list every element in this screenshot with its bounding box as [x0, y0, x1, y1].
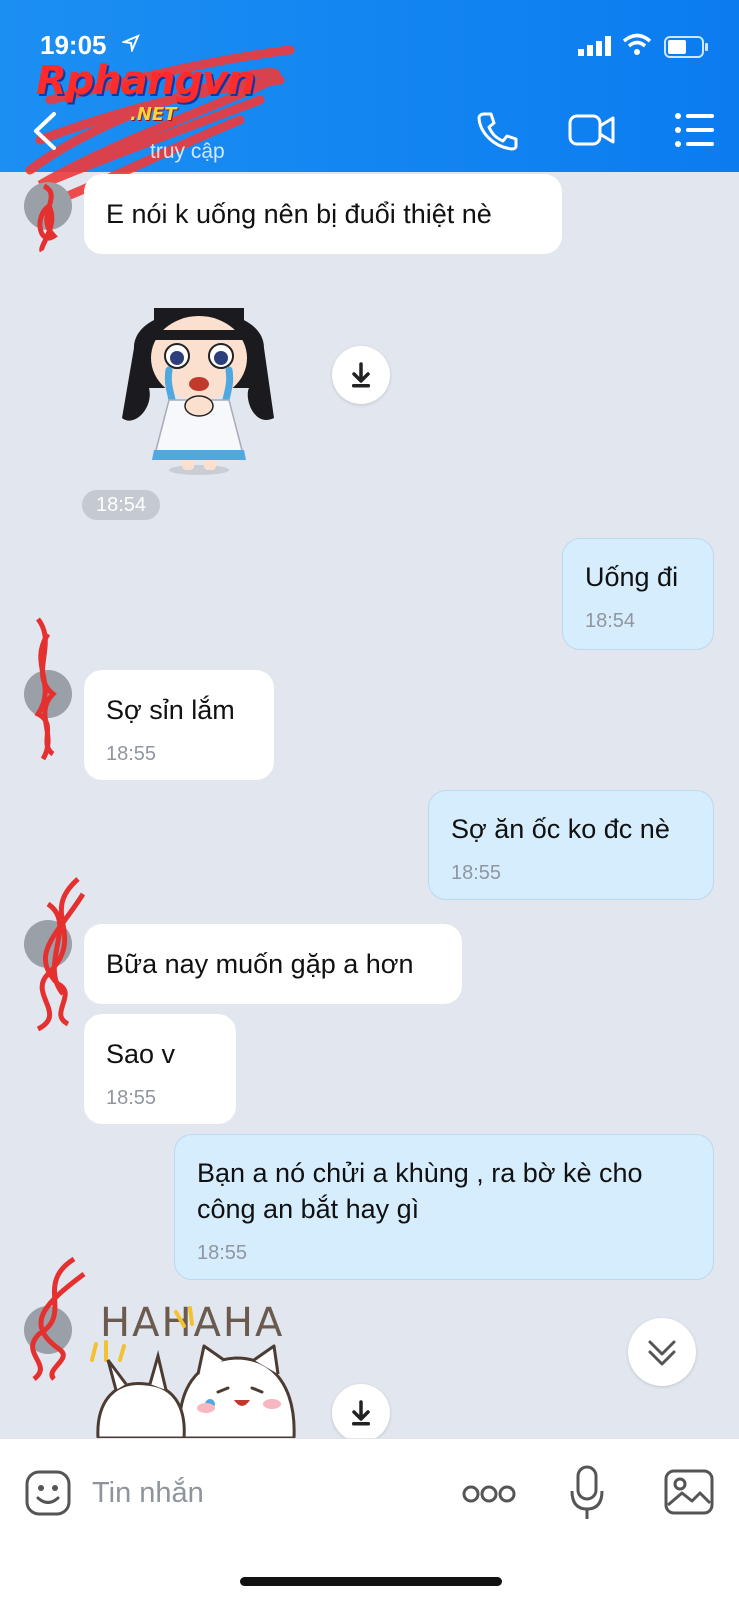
message-bubble[interactable]: Sợ sỉn lắm 18:55 — [84, 670, 274, 780]
message-text: Sao v — [106, 1039, 176, 1069]
double-chevron-down-icon — [648, 1340, 676, 1366]
message-text: Sợ ăn ốc ko đc nè — [451, 814, 670, 844]
message-bubble[interactable]: Bữa nay muốn gặp a hơn — [84, 924, 462, 1004]
message-time: 18:55 — [197, 1242, 248, 1264]
message-time: 18:55 — [106, 743, 157, 765]
scroll-to-bottom-button[interactable] — [628, 1318, 696, 1386]
more-dots-icon[interactable] — [462, 1483, 516, 1505]
battery-icon — [664, 36, 708, 58]
message-time: 18:54 — [585, 610, 636, 632]
wifi-icon — [622, 33, 652, 55]
message-text: Uống đi — [585, 562, 679, 592]
message-input[interactable] — [92, 1471, 422, 1515]
message-bubble[interactable]: Bạn a nó chửi a khùng , ra bờ kè cho côn… — [174, 1134, 714, 1280]
message-composer — [0, 1438, 739, 1600]
message-bubble[interactable]: Sợ ăn ốc ko đc nè 18:55 — [428, 790, 714, 900]
phone-icon[interactable] — [474, 108, 522, 152]
chat-subtitle: truy cập — [150, 140, 225, 163]
emoji-icon[interactable] — [24, 1469, 72, 1517]
watermark-logo: Rphangvn — [36, 58, 256, 104]
home-indicator[interactable] — [240, 1577, 502, 1586]
message-text: Bữa nay muốn gặp a hơn — [106, 949, 414, 979]
message-time: 18:55 — [451, 862, 502, 884]
crying-girl-sticker[interactable] — [114, 278, 284, 478]
image-icon[interactable] — [664, 1469, 714, 1515]
list-menu-icon[interactable] — [672, 108, 720, 152]
chevron-left-icon[interactable] — [26, 108, 66, 154]
redaction-scribble — [30, 1256, 86, 1381]
sticker-timestamp: 18:54 — [82, 490, 160, 520]
redaction-scribble — [37, 183, 58, 253]
microphone-icon[interactable] — [570, 1465, 604, 1521]
download-button[interactable] — [332, 1384, 390, 1442]
download-icon — [352, 362, 370, 388]
message-time: 18:55 — [106, 1087, 157, 1109]
redaction-scribble — [34, 617, 57, 761]
laughing-cat-sticker[interactable]: HAHAHA — [86, 1300, 316, 1438]
download-icon — [352, 1400, 370, 1426]
message-text: Bạn a nó chửi a khùng , ra bờ kè cho côn… — [197, 1158, 643, 1224]
chat-header: 19:05 Rphangvn .NET truy cập — [0, 0, 739, 200]
watermark-suffix: .NET — [130, 104, 177, 125]
message-bubble[interactable]: E nói k uống nên bị đuổi thiệt nè — [84, 174, 562, 254]
signal-icon — [578, 36, 611, 56]
message-text: E nói k uống nên bị đuổi thiệt nè — [106, 199, 492, 229]
message-bubble[interactable]: Sao v 18:55 — [84, 1014, 236, 1124]
video-camera-icon[interactable] — [568, 108, 616, 152]
message-text: Sợ sỉn lắm — [106, 695, 235, 725]
download-button[interactable] — [332, 346, 390, 404]
message-bubble[interactable]: Uống đi 18:54 — [562, 538, 714, 650]
